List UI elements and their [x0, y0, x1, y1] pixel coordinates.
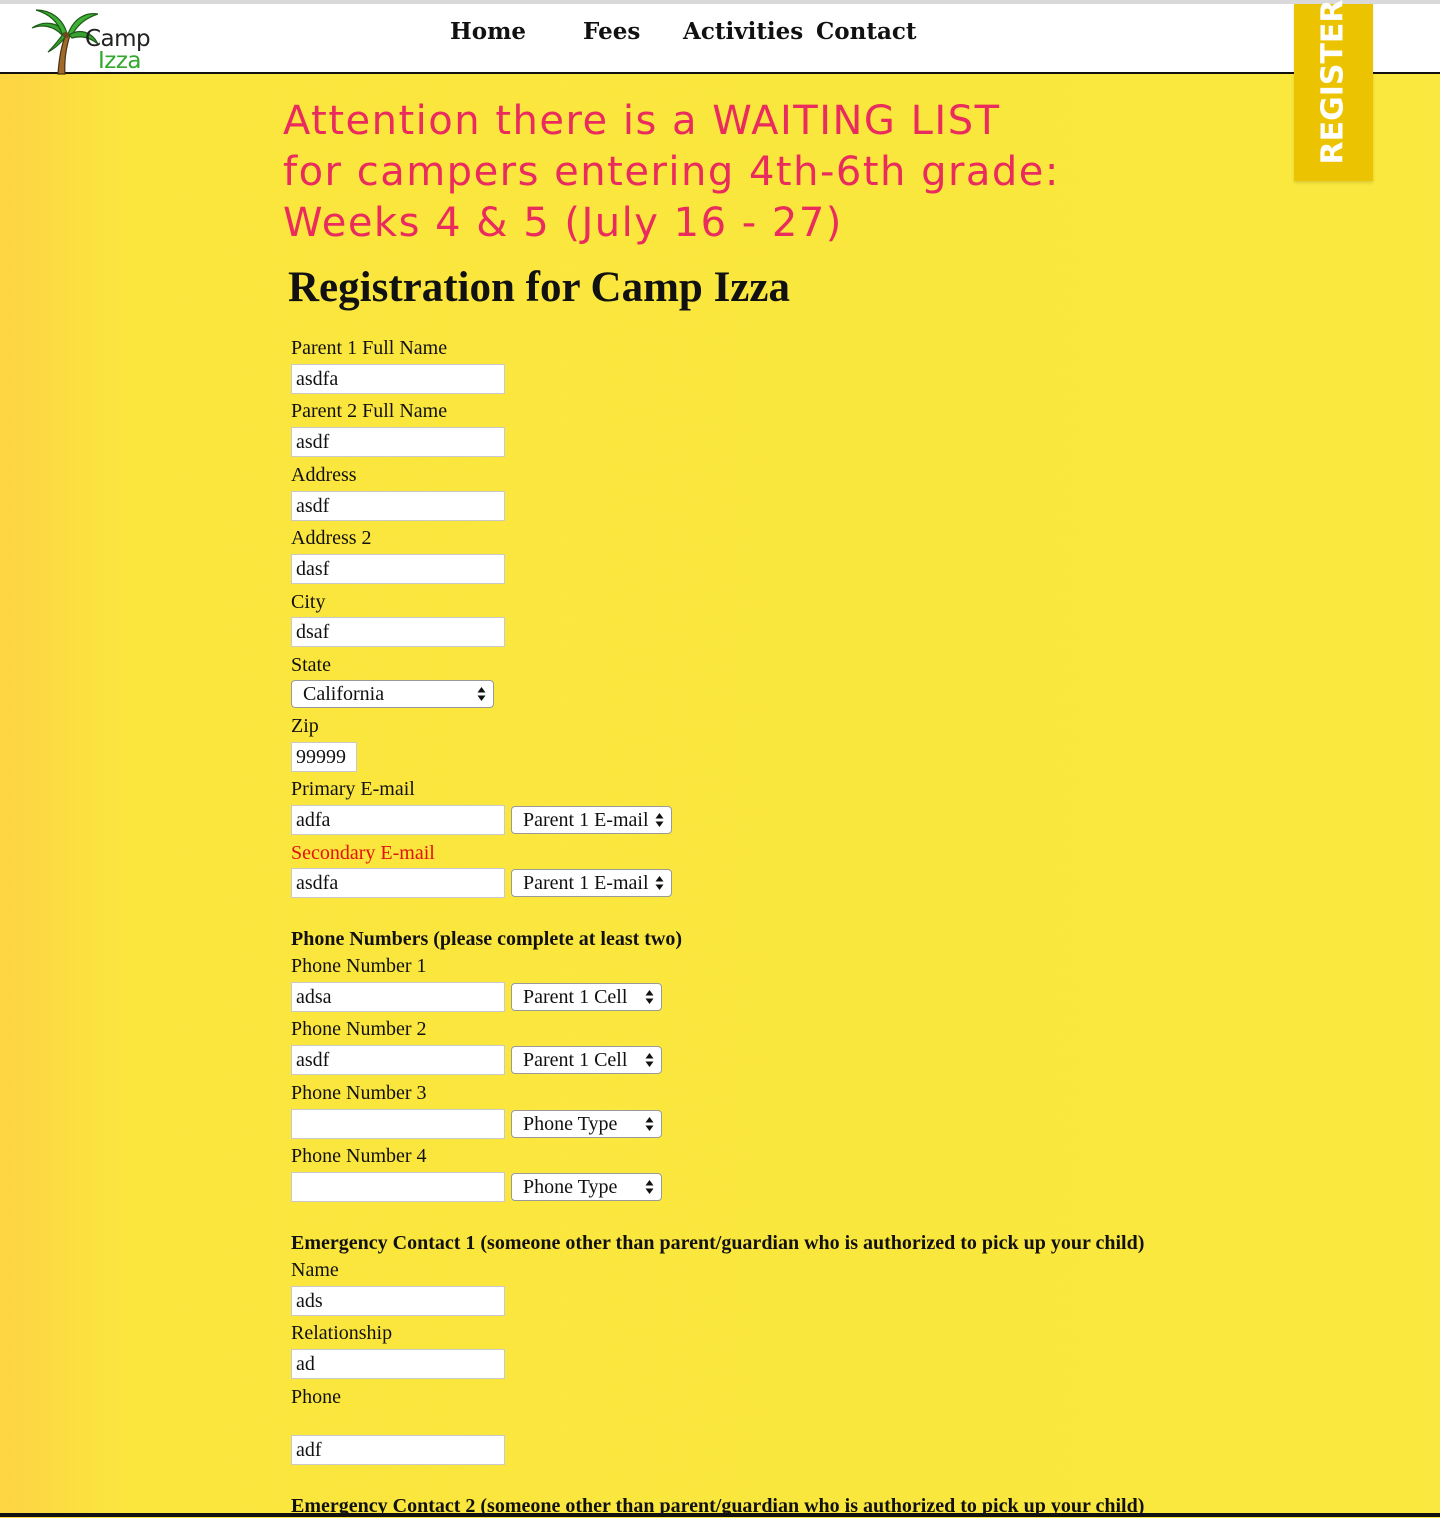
- phone3-type-value: Phone Type: [523, 1113, 618, 1135]
- primary-email-input[interactable]: adfa: [291, 805, 505, 835]
- emergency1-phone-label: Phone: [291, 1386, 341, 1408]
- notice-line-2: for campers entering 4th-6th grade:: [283, 149, 1060, 195]
- select-arrows-icon: [655, 876, 664, 890]
- zip-label: Zip: [291, 715, 319, 737]
- bottom-border: [0, 1513, 1440, 1517]
- phone1-label: Phone Number 1: [291, 955, 427, 977]
- register-tab-label: REGISTER: [1315, 0, 1351, 165]
- secondary-email-label: Secondary E-mail: [291, 842, 435, 864]
- emergency1-relationship-label: Relationship: [291, 1322, 393, 1344]
- city-input[interactable]: dsaf: [291, 617, 505, 647]
- phone-section-heading: Phone Numbers (please complete at least …: [291, 928, 683, 950]
- parent2-label: Parent 2 Full Name: [291, 400, 448, 422]
- select-arrows-icon: [645, 1117, 654, 1131]
- secondary-email-owner-select[interactable]: Parent 1 E-mail: [511, 869, 672, 897]
- parent1-label: Parent 1 Full Name: [291, 337, 448, 359]
- secondary-email-owner-value: Parent 1 E-mail: [523, 872, 649, 894]
- parent1-name-input[interactable]: asdfa: [291, 364, 505, 394]
- state-select[interactable]: California: [291, 680, 494, 708]
- secondary-email-input[interactable]: asdfa: [291, 868, 505, 898]
- camp-izza-logo[interactable]: Camp Izza: [28, 4, 158, 76]
- phone2-label: Phone Number 2: [291, 1018, 427, 1040]
- city-label: City: [291, 591, 326, 613]
- emergency1-phone-input[interactable]: adf: [291, 1435, 505, 1465]
- zip-input[interactable]: 99999: [291, 742, 357, 772]
- parent2-name-input[interactable]: asdf: [291, 427, 505, 457]
- primary-email-label: Primary E-mail: [291, 778, 415, 800]
- phone4-type-select[interactable]: Phone Type: [511, 1173, 662, 1201]
- phone4-input[interactable]: [291, 1172, 505, 1202]
- phone3-input[interactable]: [291, 1109, 505, 1139]
- phone2-input[interactable]: asdf: [291, 1045, 505, 1075]
- phone3-type-select[interactable]: Phone Type: [511, 1110, 662, 1138]
- logo-text-izza: Izza: [98, 48, 142, 74]
- address2-input[interactable]: dasf: [291, 554, 505, 584]
- state-select-value: California: [303, 683, 385, 705]
- primary-email-owner-value: Parent 1 E-mail: [523, 809, 649, 831]
- select-arrows-icon: [477, 687, 486, 701]
- select-arrows-icon: [645, 1053, 654, 1067]
- page-title: Registration for Camp Izza: [288, 264, 790, 311]
- emergency1-relationship-input[interactable]: ad: [291, 1349, 505, 1379]
- nav-fees-link[interactable]: Fees: [583, 18, 640, 45]
- phone2-type-select[interactable]: Parent 1 Cell: [511, 1046, 662, 1074]
- notice-line-1: Attention there is a WAITING LIST: [283, 98, 1001, 144]
- select-arrows-icon: [645, 1180, 654, 1194]
- select-arrows-icon: [645, 990, 654, 1004]
- emergency1-name-input[interactable]: ads: [291, 1286, 505, 1316]
- phone1-input[interactable]: adsa: [291, 982, 505, 1012]
- register-tab-button[interactable]: REGISTER: [1294, 0, 1373, 181]
- phone1-type-value: Parent 1 Cell: [523, 986, 628, 1008]
- emergency1-name-label: Name: [291, 1259, 339, 1281]
- top-navigation-bar: Camp Izza Home Fees Activities Contact: [0, 4, 1440, 76]
- emergency1-heading: Emergency Contact 1 (someone other than …: [291, 1232, 1145, 1254]
- nav-activities-link[interactable]: Activities: [683, 18, 803, 45]
- address-label: Address: [291, 464, 357, 486]
- nav-home-link[interactable]: Home: [450, 18, 526, 45]
- select-arrows-icon: [655, 813, 664, 827]
- nav-contact-link[interactable]: Contact: [816, 18, 917, 45]
- address2-label: Address 2: [291, 527, 372, 549]
- address-input[interactable]: asdf: [291, 491, 505, 521]
- phone4-label: Phone Number 4: [291, 1145, 427, 1167]
- state-label: State: [291, 654, 331, 676]
- primary-email-owner-select[interactable]: Parent 1 E-mail: [511, 806, 672, 834]
- phone4-type-value: Phone Type: [523, 1176, 618, 1198]
- phone3-label: Phone Number 3: [291, 1082, 427, 1104]
- notice-line-3: Weeks 4 & 5 (July 16 - 27): [283, 200, 843, 246]
- phone2-type-value: Parent 1 Cell: [523, 1049, 628, 1071]
- phone1-type-select[interactable]: Parent 1 Cell: [511, 983, 662, 1011]
- waiting-list-notice: Attention there is a WAITING LIST for ca…: [283, 96, 1243, 249]
